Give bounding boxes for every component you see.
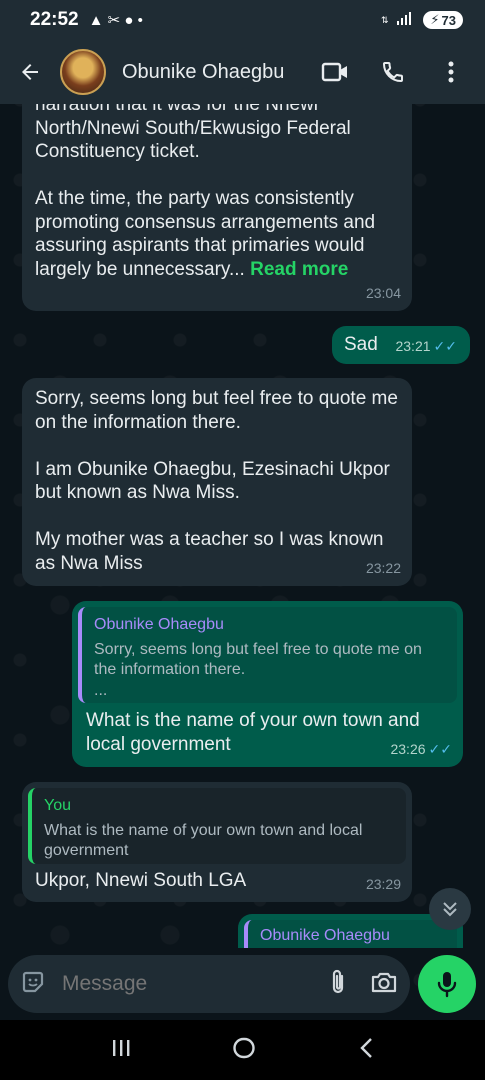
quote-author: Obunike Ohaegbu bbox=[94, 616, 224, 633]
message-time: 23:29 bbox=[365, 875, 401, 892]
message-bubble[interactable]: You What is the name of your own town an… bbox=[22, 782, 412, 902]
chevron-double-down-icon bbox=[443, 902, 457, 917]
charging-icon: ⚡ bbox=[430, 12, 440, 27]
more-options-button[interactable] bbox=[429, 50, 473, 94]
read-ticks-icon: ✓✓ bbox=[428, 740, 452, 757]
quoted-message[interactable]: Obunike Ohaegbu Sorry, seems long but fe… bbox=[78, 607, 457, 703]
quoted-message[interactable]: You What is the name of your own town an… bbox=[28, 788, 406, 864]
voice-call-button[interactable] bbox=[371, 50, 415, 94]
message-time: 23:22 bbox=[365, 559, 401, 576]
battery-level: 73 bbox=[441, 12, 456, 28]
message-bubble[interactable]: narration that it was for the Nnewi Nort… bbox=[22, 94, 412, 311]
message-composer bbox=[8, 955, 410, 1013]
status-right: ⇅ ⚡ 73 bbox=[381, 11, 463, 29]
message-text: Sorry, seems long but feel free to quote… bbox=[35, 388, 398, 574]
back-chevron-icon bbox=[360, 1037, 372, 1058]
home-icon bbox=[233, 1037, 256, 1058]
read-ticks-icon: ✓✓ bbox=[433, 337, 457, 354]
back-nav-button[interactable] bbox=[358, 1037, 374, 1064]
quoted-message[interactable]: Obunike Ohaegbu bbox=[244, 920, 457, 948]
system-navigation-bar bbox=[0, 1020, 485, 1080]
back-button[interactable] bbox=[0, 40, 60, 104]
video-call-button[interactable] bbox=[313, 50, 357, 94]
recent-apps-icon bbox=[112, 1039, 130, 1056]
svg-text:⇅: ⇅ bbox=[381, 16, 389, 26]
message-input[interactable] bbox=[62, 972, 328, 996]
battery-indicator: ⚡ 73 bbox=[423, 11, 463, 29]
back-arrow-icon bbox=[22, 64, 38, 80]
message-text: narration that it was for the Nnewi Nort… bbox=[35, 94, 376, 280]
quote-author: Obunike Ohaegbu bbox=[260, 927, 390, 944]
chat-header: Obunike Ohaegbu bbox=[0, 40, 485, 104]
camera-icon bbox=[371, 972, 397, 992]
message-bubble[interactable]: Obunike Ohaegbu Sorry, seems long but fe… bbox=[72, 601, 463, 767]
message-text: Sad bbox=[344, 334, 378, 355]
status-time: 22:52 bbox=[30, 9, 79, 30]
signal-icon: ⇅ bbox=[381, 11, 415, 29]
contact-name[interactable]: Obunike Ohaegbu bbox=[122, 61, 284, 84]
quote-text: Sorry, seems long but feel free to quote… bbox=[94, 640, 422, 699]
scroll-to-bottom-button[interactable] bbox=[429, 888, 471, 930]
home-button[interactable] bbox=[232, 1036, 256, 1065]
recent-apps-button[interactable] bbox=[111, 1038, 131, 1063]
more-vert-icon bbox=[448, 61, 454, 83]
avatar[interactable] bbox=[60, 49, 106, 95]
camera-button[interactable] bbox=[370, 970, 398, 999]
message-time: 23:21 bbox=[395, 337, 431, 354]
quote-text: What is the name of your own town and lo… bbox=[44, 821, 363, 860]
attach-icon bbox=[332, 969, 344, 993]
message-time: 23:04 bbox=[365, 284, 401, 301]
header-actions bbox=[313, 50, 485, 94]
voice-message-button[interactable] bbox=[418, 955, 476, 1013]
message-time: 23:26 bbox=[390, 740, 426, 757]
status-bar: 22:52 ▲ ✂ ● • ⇅ ⚡ 73 bbox=[0, 0, 485, 40]
video-call-icon bbox=[321, 62, 347, 82]
notification-icons: ▲ ✂ ● • bbox=[88, 12, 143, 29]
emoji-sticker-button[interactable] bbox=[20, 969, 46, 1000]
message-bubble[interactable]: Obunike Ohaegbu bbox=[238, 914, 463, 948]
sticker-icon bbox=[22, 971, 44, 992]
message-bubble[interactable]: Sorry, seems long but feel free to quote… bbox=[22, 378, 412, 586]
message-bubble[interactable]: Sad 23:21 ✓✓ bbox=[332, 326, 470, 364]
read-more-link[interactable]: Read more bbox=[250, 259, 348, 280]
message-text: Ukpor, Nnewi South LGA bbox=[35, 870, 247, 891]
mic-icon bbox=[437, 972, 457, 998]
attach-button[interactable] bbox=[328, 968, 348, 1001]
quote-author: You bbox=[44, 797, 71, 814]
phone-icon bbox=[382, 62, 403, 83]
